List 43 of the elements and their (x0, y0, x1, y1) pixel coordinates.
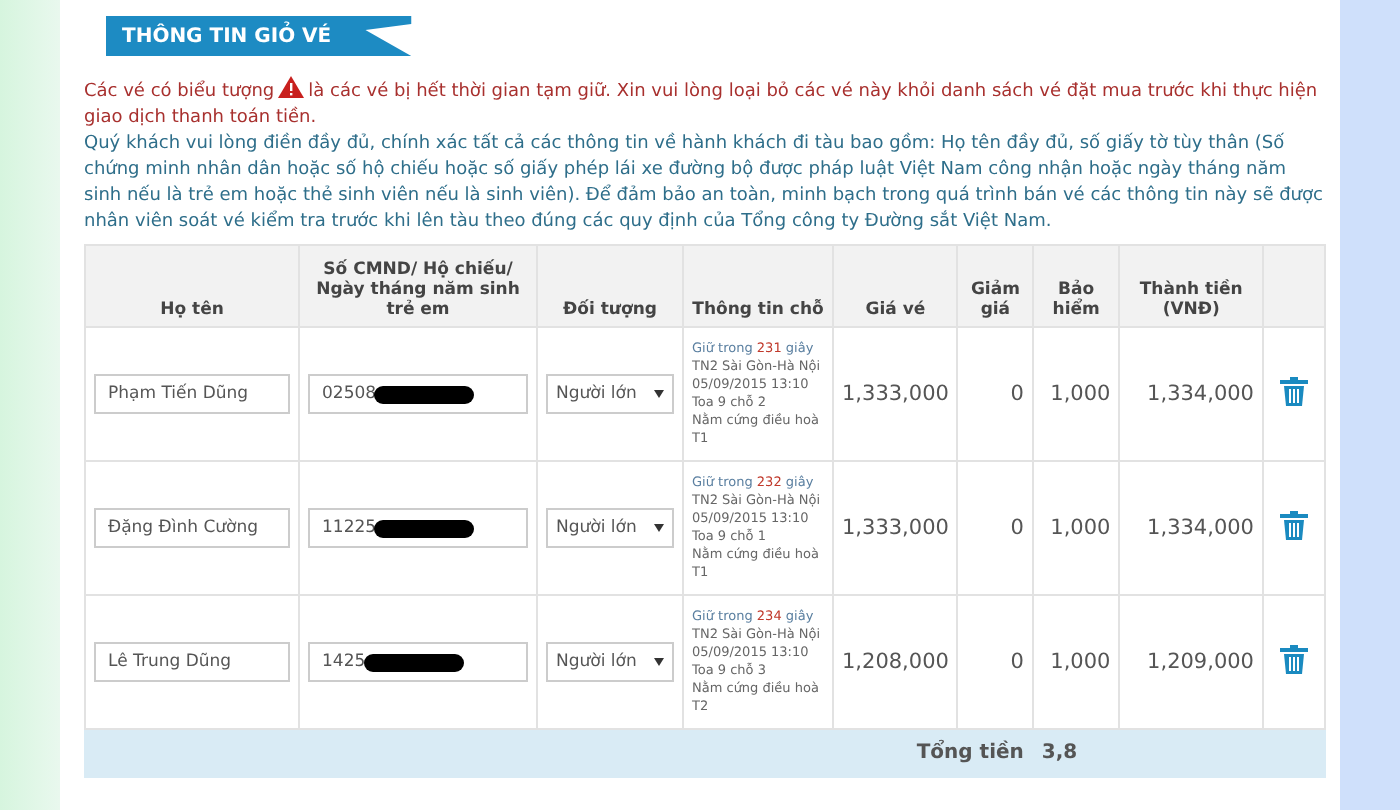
column-header: Đối tượng (537, 245, 683, 327)
instructions-text: Quý khách vui lòng điền đầy đủ, chính xác tất cả các thông tin về hành khách đi tàu bao gồm: Họ tên đầy đủ, số giấy tờ tùy thân (Số chứng minh nhân dân hoặc số hộ chiếu hoặc số giấy phép lái xe đường bộ được pháp luật Việt Nam công nhận hoặc ngày tháng năm sinh nếu là trẻ em hoặc thẻ sinh viên nếu là sinh viên). Để đảm bảo an toàn, minh bạch trong quá trình bán vé các thông tin này sẽ được nhân viên soát vé kiểm tra trước khi lên tàu theo đúng các quy định của Tổng công ty Đường sắt Việt Nam. (84, 132, 1325, 236)
dropdown-arrow-icon (654, 658, 664, 666)
id-number-text: 11225 (322, 518, 377, 538)
id-number-field[interactable]: 11225 (308, 508, 528, 548)
id-number-field[interactable]: 1425 (308, 642, 528, 682)
total-label: Tổng tiền (85, 729, 1033, 777)
column-header: Giá vé (833, 245, 958, 327)
passenger-type-dropdown[interactable]: Người lớn (546, 508, 674, 548)
discount-cell: 0 (957, 461, 1033, 595)
redaction-mark (374, 519, 475, 537)
column-header: Thành tiền (VNĐ) (1119, 245, 1263, 327)
redaction-mark (363, 653, 464, 671)
passenger-type-dropdown[interactable]: Người lớn (546, 642, 674, 682)
id-number-field[interactable]: 02508 (308, 374, 528, 414)
column-header: Số CMND/ Hộ chiếu/ Ngày tháng năm sinh trẻ em (299, 245, 537, 327)
price-cell: 1,333,000 (833, 461, 958, 595)
column-header: Thông tin chỗ (683, 245, 833, 327)
trash-icon[interactable] (1278, 643, 1310, 675)
name-field[interactable]: Đặng Đình Cường (94, 508, 290, 548)
column-header: Giảm giá (957, 245, 1033, 327)
id-number-text: 1425 (322, 652, 366, 672)
name-field[interactable]: Phạm Tiến Dũng (94, 374, 290, 414)
section-title: THÔNG TIN GIỎ VÉ (106, 16, 412, 56)
insurance-cell: 1,000 (1032, 461, 1120, 595)
warning-notice: Các vé có biểu tượng là các vé bị hết thời gian tạm giữ. Xin vui lòng loại bỏ các vé này khỏi danh sách vé đặt mua trước khi thực hiện giao dịch thanh toán tiền. (84, 76, 1328, 132)
name-field[interactable]: Lê Trung Dũng (94, 642, 290, 682)
insurance-cell: 1,000 (1032, 327, 1120, 461)
total-cell: 1,334,000 (1119, 461, 1263, 595)
trash-icon[interactable] (1278, 375, 1310, 407)
warning-icon (278, 76, 305, 98)
column-header: Bảo hiểm (1032, 245, 1120, 327)
passenger-type-dropdown[interactable]: Người lớn (546, 374, 674, 414)
dropdown-arrow-icon (654, 390, 664, 398)
total-amount: 3,8 (1032, 729, 1325, 777)
total-cell: 1,334,000 (1119, 327, 1263, 461)
discount-cell: 0 (957, 327, 1033, 461)
column-header: Họ tên (85, 245, 299, 327)
redaction-mark (374, 385, 475, 403)
price-cell: 1,333,000 (833, 327, 958, 461)
trash-icon[interactable] (1278, 509, 1310, 541)
id-number-text: 02508 (322, 384, 377, 404)
dropdown-arrow-icon (654, 524, 664, 532)
